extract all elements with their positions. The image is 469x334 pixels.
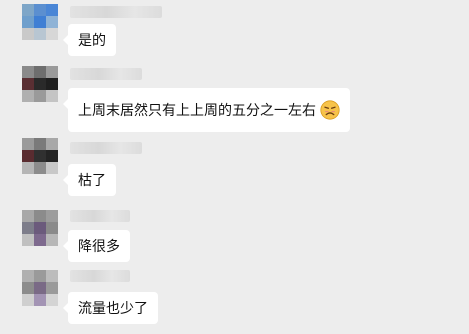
message-text: 降很多 [78,239,120,255]
message-text: 流量也少了 [78,301,148,317]
chat-message: 上周末居然只有上上周的五分之一左右 [0,64,469,136]
frowning-face-icon [320,100,340,120]
chat-message: 降很多 [0,206,469,266]
message-bubble[interactable]: 上周末居然只有上上周的五分之一左右 [63,88,350,132]
sender-name-blurred [70,142,142,154]
sender-name-blurred [70,270,130,282]
sender-name-blurred [70,6,162,18]
message-bubble[interactable]: 是的 [63,24,116,56]
chat-message: 是的 [0,0,469,60]
chat-message-list: 是的 上周末居然只有上上周的五分之一左右 枯了 降很多 流量也少了 [0,0,469,334]
message-text: 上周末居然只有上上周的五分之一左右 [78,103,316,119]
message-text: 是的 [78,33,106,49]
chat-message: 流量也少了 [0,266,469,334]
sender-name-blurred [70,68,142,80]
avatar[interactable] [22,138,58,174]
message-bubble[interactable]: 流量也少了 [63,292,158,324]
message-text: 枯了 [78,173,106,189]
message-bubble[interactable]: 枯了 [63,164,116,196]
avatar[interactable] [22,4,58,40]
avatar[interactable] [22,270,58,306]
message-bubble[interactable]: 降很多 [63,230,130,262]
avatar[interactable] [22,66,58,102]
chat-message: 枯了 [0,136,469,200]
sender-name-blurred [70,210,130,222]
avatar[interactable] [22,210,58,246]
